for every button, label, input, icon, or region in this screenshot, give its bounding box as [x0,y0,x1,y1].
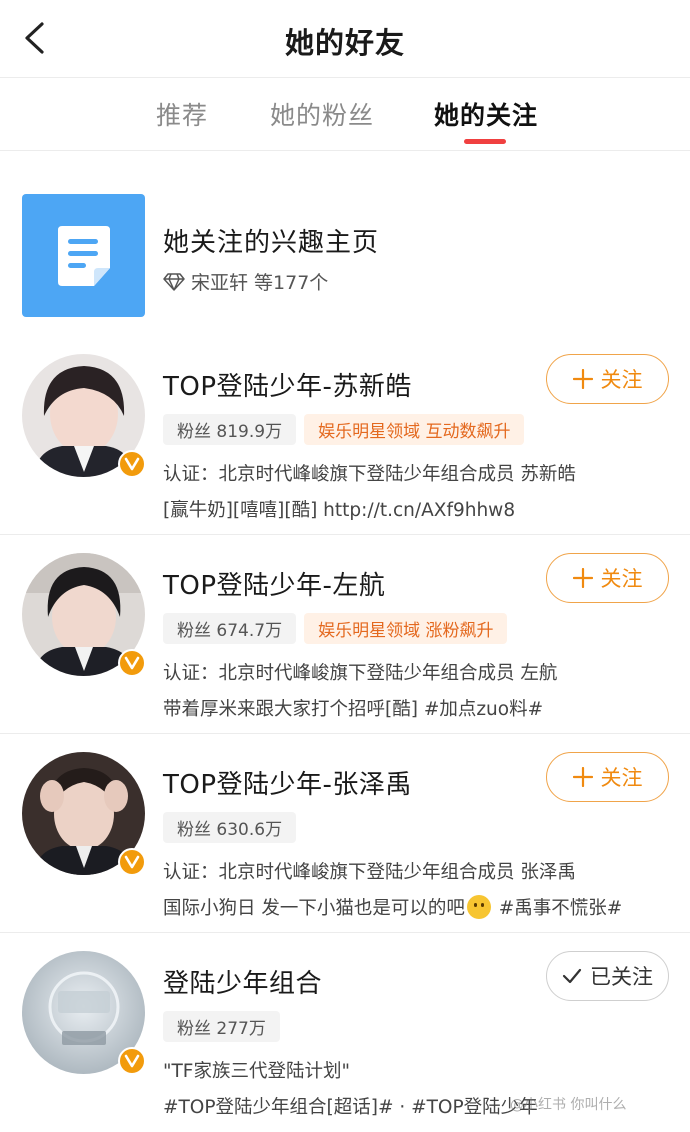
user-tags: 粉丝 277万 [163,1011,280,1042]
document-icon [22,194,145,317]
user-row[interactable]: TOP登陆少年-苏新皓 关注 粉丝 819.9万 娱乐明星领域 互动数飙升 认证… [0,336,690,535]
bio-text: 国际小狗日 发一下小猫也是可以的吧 #禹事不慌张# [163,894,622,920]
bio-text: 带着厚米来跟大家打个招呼[酷] #加点zuo料# [163,699,544,720]
tab-her-fans[interactable]: 她的粉丝 [270,96,374,132]
user-tags: 粉丝 630.6万 [163,812,297,843]
diamond-icon [163,272,185,291]
domain-tag[interactable]: 娱乐明星领域 互动数飙升 [304,414,525,445]
interest-pages-row[interactable]: 她关注的兴趣主页 宋亚轩 等177个 [0,170,690,330]
active-tab-indicator [464,139,506,144]
page-title: 她的好友 [284,26,405,60]
domain-tag[interactable]: 娱乐明星领域 涨粉飙升 [304,613,508,644]
bio-hashtags[interactable]: #TOP登陆少年组合[超话]# · #TOP登陆少年 [163,1093,538,1119]
follow-button[interactable]: 关注 [546,553,669,603]
fans-count-tag: 粉丝 630.6万 [163,812,297,843]
user-name[interactable]: TOP登陆少年-张泽禹 [163,764,412,801]
user-name[interactable]: 登陆少年组合 [163,963,322,1000]
follow-label: 关注 [600,368,643,392]
interest-subtitle: 宋亚轩 等177个 [163,268,328,295]
user-name[interactable]: TOP登陆少年-苏新皓 [163,366,412,403]
fans-count-tag: 粉丝 277万 [163,1011,280,1042]
plus-icon [572,568,593,588]
verified-badge-icon [118,450,146,478]
bio-text: [赢牛奶][嘻嘻][酷] http://t.cn/AXf9hhw8 [163,500,516,521]
user-tags: 粉丝 674.7万 娱乐明星领域 涨粉飙升 [163,613,508,644]
verification-text: 认证：北京时代峰峻旗下登陆少年组合成员 苏新皓 [163,464,576,485]
tab-recommend[interactable]: 推荐 [156,96,208,132]
follow-label: 关注 [600,766,643,790]
bio-hashtag[interactable]: #禹事不慌张# [493,898,623,919]
top-nav-bar: 她的好友 [0,0,690,78]
watermark: @小红书 你叫什么 [510,1097,627,1113]
verification-text: 认证：北京时代峰峻旗下登陆少年组合成员 左航 [163,663,558,684]
checkmark-icon [562,968,582,984]
followed-label: 已关注 [590,965,653,989]
interest-count-text: 宋亚轩 等177个 [191,272,329,294]
fans-count-tag: 粉丝 674.7万 [163,613,297,644]
follow-button[interactable]: 关注 [546,354,669,404]
verified-badge-icon [118,649,146,677]
user-row[interactable]: TOP登陆少年-张泽禹 关注 粉丝 630.6万 认证：北京时代峰峻旗下登陆少年… [0,734,690,933]
tab-bar: 推荐 她的粉丝 她的关注 [0,78,690,151]
interest-title: 她关注的兴趣主页 [163,228,380,258]
thinking-emoji-icon [466,895,491,919]
followed-button[interactable]: 已关注 [546,951,669,1001]
bio-text: "TF家族三代登陆计划" [163,1061,350,1082]
follow-button[interactable]: 关注 [546,752,669,802]
tab-her-following[interactable]: 她的关注 [434,96,538,132]
user-name[interactable]: TOP登陆少年-左航 [163,565,385,602]
verification-text: 认证：北京时代峰峻旗下登陆少年组合成员 张泽禹 [163,862,576,883]
user-row[interactable]: TOP登陆少年-左航 关注 粉丝 674.7万 娱乐明星领域 涨粉飙升 认证：北… [0,535,690,734]
verified-badge-icon [118,848,146,876]
plus-icon [572,369,593,389]
plus-icon [572,767,593,787]
user-tags: 粉丝 819.9万 娱乐明星领域 互动数飙升 [163,414,525,445]
follow-label: 关注 [600,567,643,591]
fans-count-tag: 粉丝 819.9万 [163,414,297,445]
bio-text-part: 国际小狗日 发一下小猫也是可以的吧 [163,898,465,919]
verified-badge-icon [118,1047,146,1075]
